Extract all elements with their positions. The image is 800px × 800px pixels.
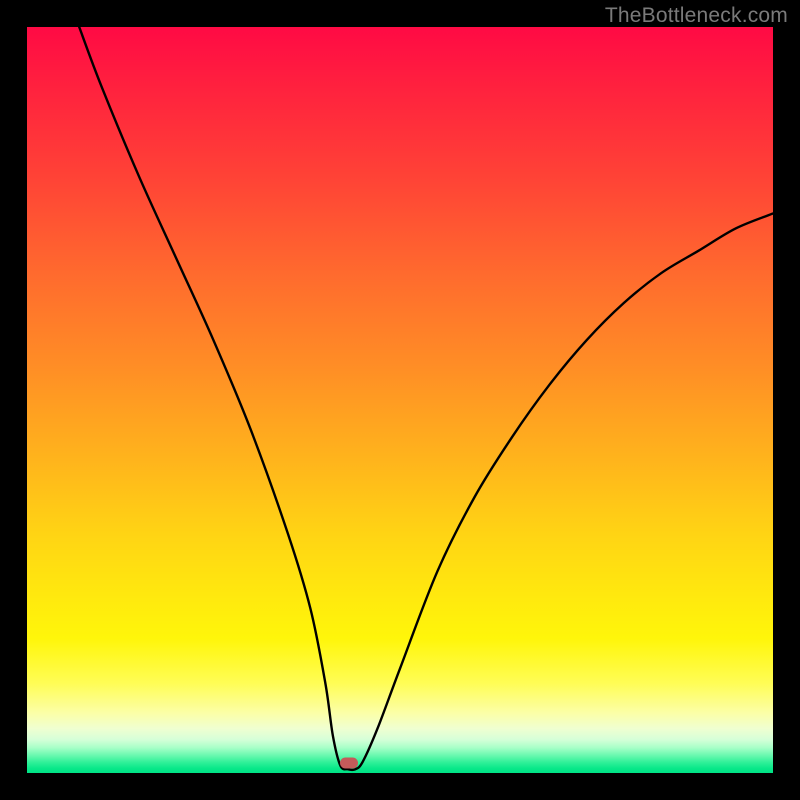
plot-area [27,27,773,773]
optimum-marker [340,757,358,768]
bottleneck-curve [27,27,773,773]
watermark-text: TheBottleneck.com [605,4,788,28]
chart-frame: TheBottleneck.com [0,0,800,800]
